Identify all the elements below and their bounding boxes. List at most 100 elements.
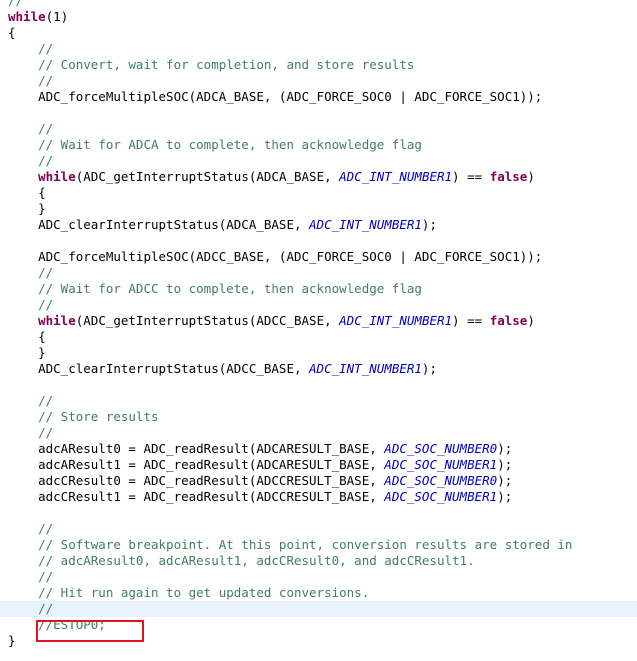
code-token-plain: adcAResult1 = ADC_readResult(ADCARESULT_… (8, 457, 385, 472)
code-line: ADC_forceMultipleSOC(ADCA_BASE, (ADC_FOR… (0, 89, 637, 105)
code-token-enum: ADC_INT_NUMBER1 (309, 361, 422, 376)
code-token-keyword: false (489, 313, 528, 328)
code-token-plain: } (8, 201, 46, 216)
code-line: // (0, 297, 637, 313)
code-token-plain: adcCResult0 = ADC_readResult(ADCCRESULT_… (8, 473, 385, 488)
code-token-comment: // (8, 0, 24, 8)
code-token-plain: ); (421, 361, 437, 376)
code-token-keyword: while (8, 9, 46, 24)
code-line: // (0, 393, 637, 409)
code-line: //ESTOP0; (0, 617, 637, 633)
code-token-enum: ADC_SOC_NUMBER0 (384, 441, 498, 456)
code-line: // (0, 601, 637, 617)
code-token-comment: // Hit run again to get updated conversi… (8, 585, 370, 600)
code-line: // Hit run again to get updated conversi… (0, 585, 637, 601)
code-line: // (0, 121, 637, 137)
code-line: { (0, 329, 637, 345)
code-token-comment: // (8, 41, 54, 56)
code-token-plain: ); (497, 489, 513, 504)
code-token-comment: // Store results (8, 409, 159, 424)
code-line: } (0, 345, 637, 361)
code-line: while(ADC_getInterruptStatus(ADCC_BASE, … (0, 313, 637, 329)
code-token-keyword: false (489, 169, 528, 184)
code-line: // (0, 41, 637, 57)
code-token-plain: ); (497, 441, 513, 456)
code-token-plain: ); (497, 457, 513, 472)
code-line: ADC_clearInterruptStatus(ADCA_BASE, ADC_… (0, 217, 637, 233)
code-token-enum: ADC_INT_NUMBER1 (339, 313, 453, 328)
code-line: adcCResult0 = ADC_readResult(ADCCRESULT_… (0, 473, 637, 489)
code-line: // (0, 0, 637, 9)
code-token-plain: } (8, 633, 16, 648)
code-token-plain: } (8, 345, 46, 360)
code-line: ADC_forceMultipleSOC(ADCC_BASE, (ADC_FOR… (0, 249, 637, 265)
code-token-plain: ); (497, 473, 513, 488)
code-token-comment: // (8, 601, 54, 616)
code-token-plain: (ADC_getInterruptStatus(ADCA_BASE, (75, 169, 340, 184)
code-line: // (0, 425, 637, 441)
code-line: // (0, 73, 637, 89)
code-token-comment: // (8, 265, 54, 280)
code-line: // (0, 265, 637, 281)
code-token-comment: // (8, 121, 54, 136)
code-token-plain: (ADC_getInterruptStatus(ADCC_BASE, (75, 313, 340, 328)
code-token-comment: // (8, 297, 54, 312)
code-line: // Convert, wait for completion, and sto… (0, 57, 637, 73)
code-token-comment: // (8, 73, 54, 88)
code-token-plain: { (8, 185, 46, 200)
code-token-plain: ADC_clearInterruptStatus(ADCC_BASE, (8, 361, 310, 376)
code-token-keyword: while (38, 169, 76, 184)
code-line: adcAResult1 = ADC_readResult(ADCARESULT_… (0, 457, 637, 473)
code-token-plain: adcCResult1 = ADC_readResult(ADCCRESULT_… (8, 489, 385, 504)
code-line: } (0, 633, 637, 649)
code-line: ADC_clearInterruptStatus(ADCC_BASE, ADC_… (0, 361, 637, 377)
code-line: // Store results (0, 409, 637, 425)
code-line: { (0, 185, 637, 201)
code-line: while(1) (0, 9, 637, 25)
code-line: { (0, 25, 637, 41)
code-token-plain: ADC_forceMultipleSOC(ADCC_BASE, (ADC_FOR… (8, 249, 543, 264)
code-token-plain: ) (527, 169, 535, 184)
code-line: // Wait for ADCC to complete, then ackno… (0, 281, 637, 297)
code-token-comment: // (8, 569, 54, 584)
code-token-plain: (1) (45, 9, 69, 24)
code-line: // Software breakpoint. At this point, c… (0, 537, 637, 553)
code-line: } (0, 201, 637, 217)
code-token-plain: ) == (452, 169, 490, 184)
code-line: adcAResult0 = ADC_readResult(ADCARESULT_… (0, 441, 637, 457)
code-token-enum: ADC_SOC_NUMBER1 (384, 457, 498, 472)
code-token-plain: ) (527, 313, 535, 328)
code-line: // (0, 521, 637, 537)
code-token-comment: // (8, 521, 54, 536)
code-line: // adcAResult0, adcAResult1, adcCResult0… (0, 553, 637, 569)
code-token-comment: // (8, 425, 54, 440)
code-line: adcCResult1 = ADC_readResult(ADCCRESULT_… (0, 489, 637, 505)
code-token-plain: { (8, 25, 16, 40)
code-token-enum: ADC_INT_NUMBER1 (339, 169, 453, 184)
code-token-comment: // Software breakpoint. At this point, c… (8, 537, 573, 552)
code-token-plain: ADC_clearInterruptStatus(ADCA_BASE, (8, 217, 310, 232)
code-line: // Wait for ADCA to complete, then ackno… (0, 137, 637, 153)
code-token-plain: ADC_forceMultipleSOC(ADCA_BASE, (ADC_FOR… (8, 89, 543, 104)
code-token-comment: // Convert, wait for completion, and sto… (8, 57, 415, 72)
code-token-plain: ); (421, 217, 437, 232)
code-token-enum: ADC_INT_NUMBER1 (309, 217, 422, 232)
code-line: // (0, 153, 637, 169)
code-token-plain: { (8, 329, 46, 344)
code-line: while(ADC_getInterruptStatus(ADCA_BASE, … (0, 169, 637, 185)
code-token-comment: // adcAResult0, adcAResult1, adcCResult0… (8, 553, 475, 568)
code-token-comment: // Wait for ADCC to complete, then ackno… (8, 281, 422, 296)
code-line: // (0, 569, 637, 585)
code-token-comment: // (8, 153, 54, 168)
code-token-plain: adcAResult0 = ADC_readResult(ADCARESULT_… (8, 441, 385, 456)
code-editor[interactable]: //while(1){ // // Convert, wait for comp… (0, 0, 637, 661)
code-token-enum: ADC_SOC_NUMBER0 (384, 473, 498, 488)
code-token-enum: ADC_SOC_NUMBER1 (384, 489, 498, 504)
code-token-plain: ) == (452, 313, 490, 328)
